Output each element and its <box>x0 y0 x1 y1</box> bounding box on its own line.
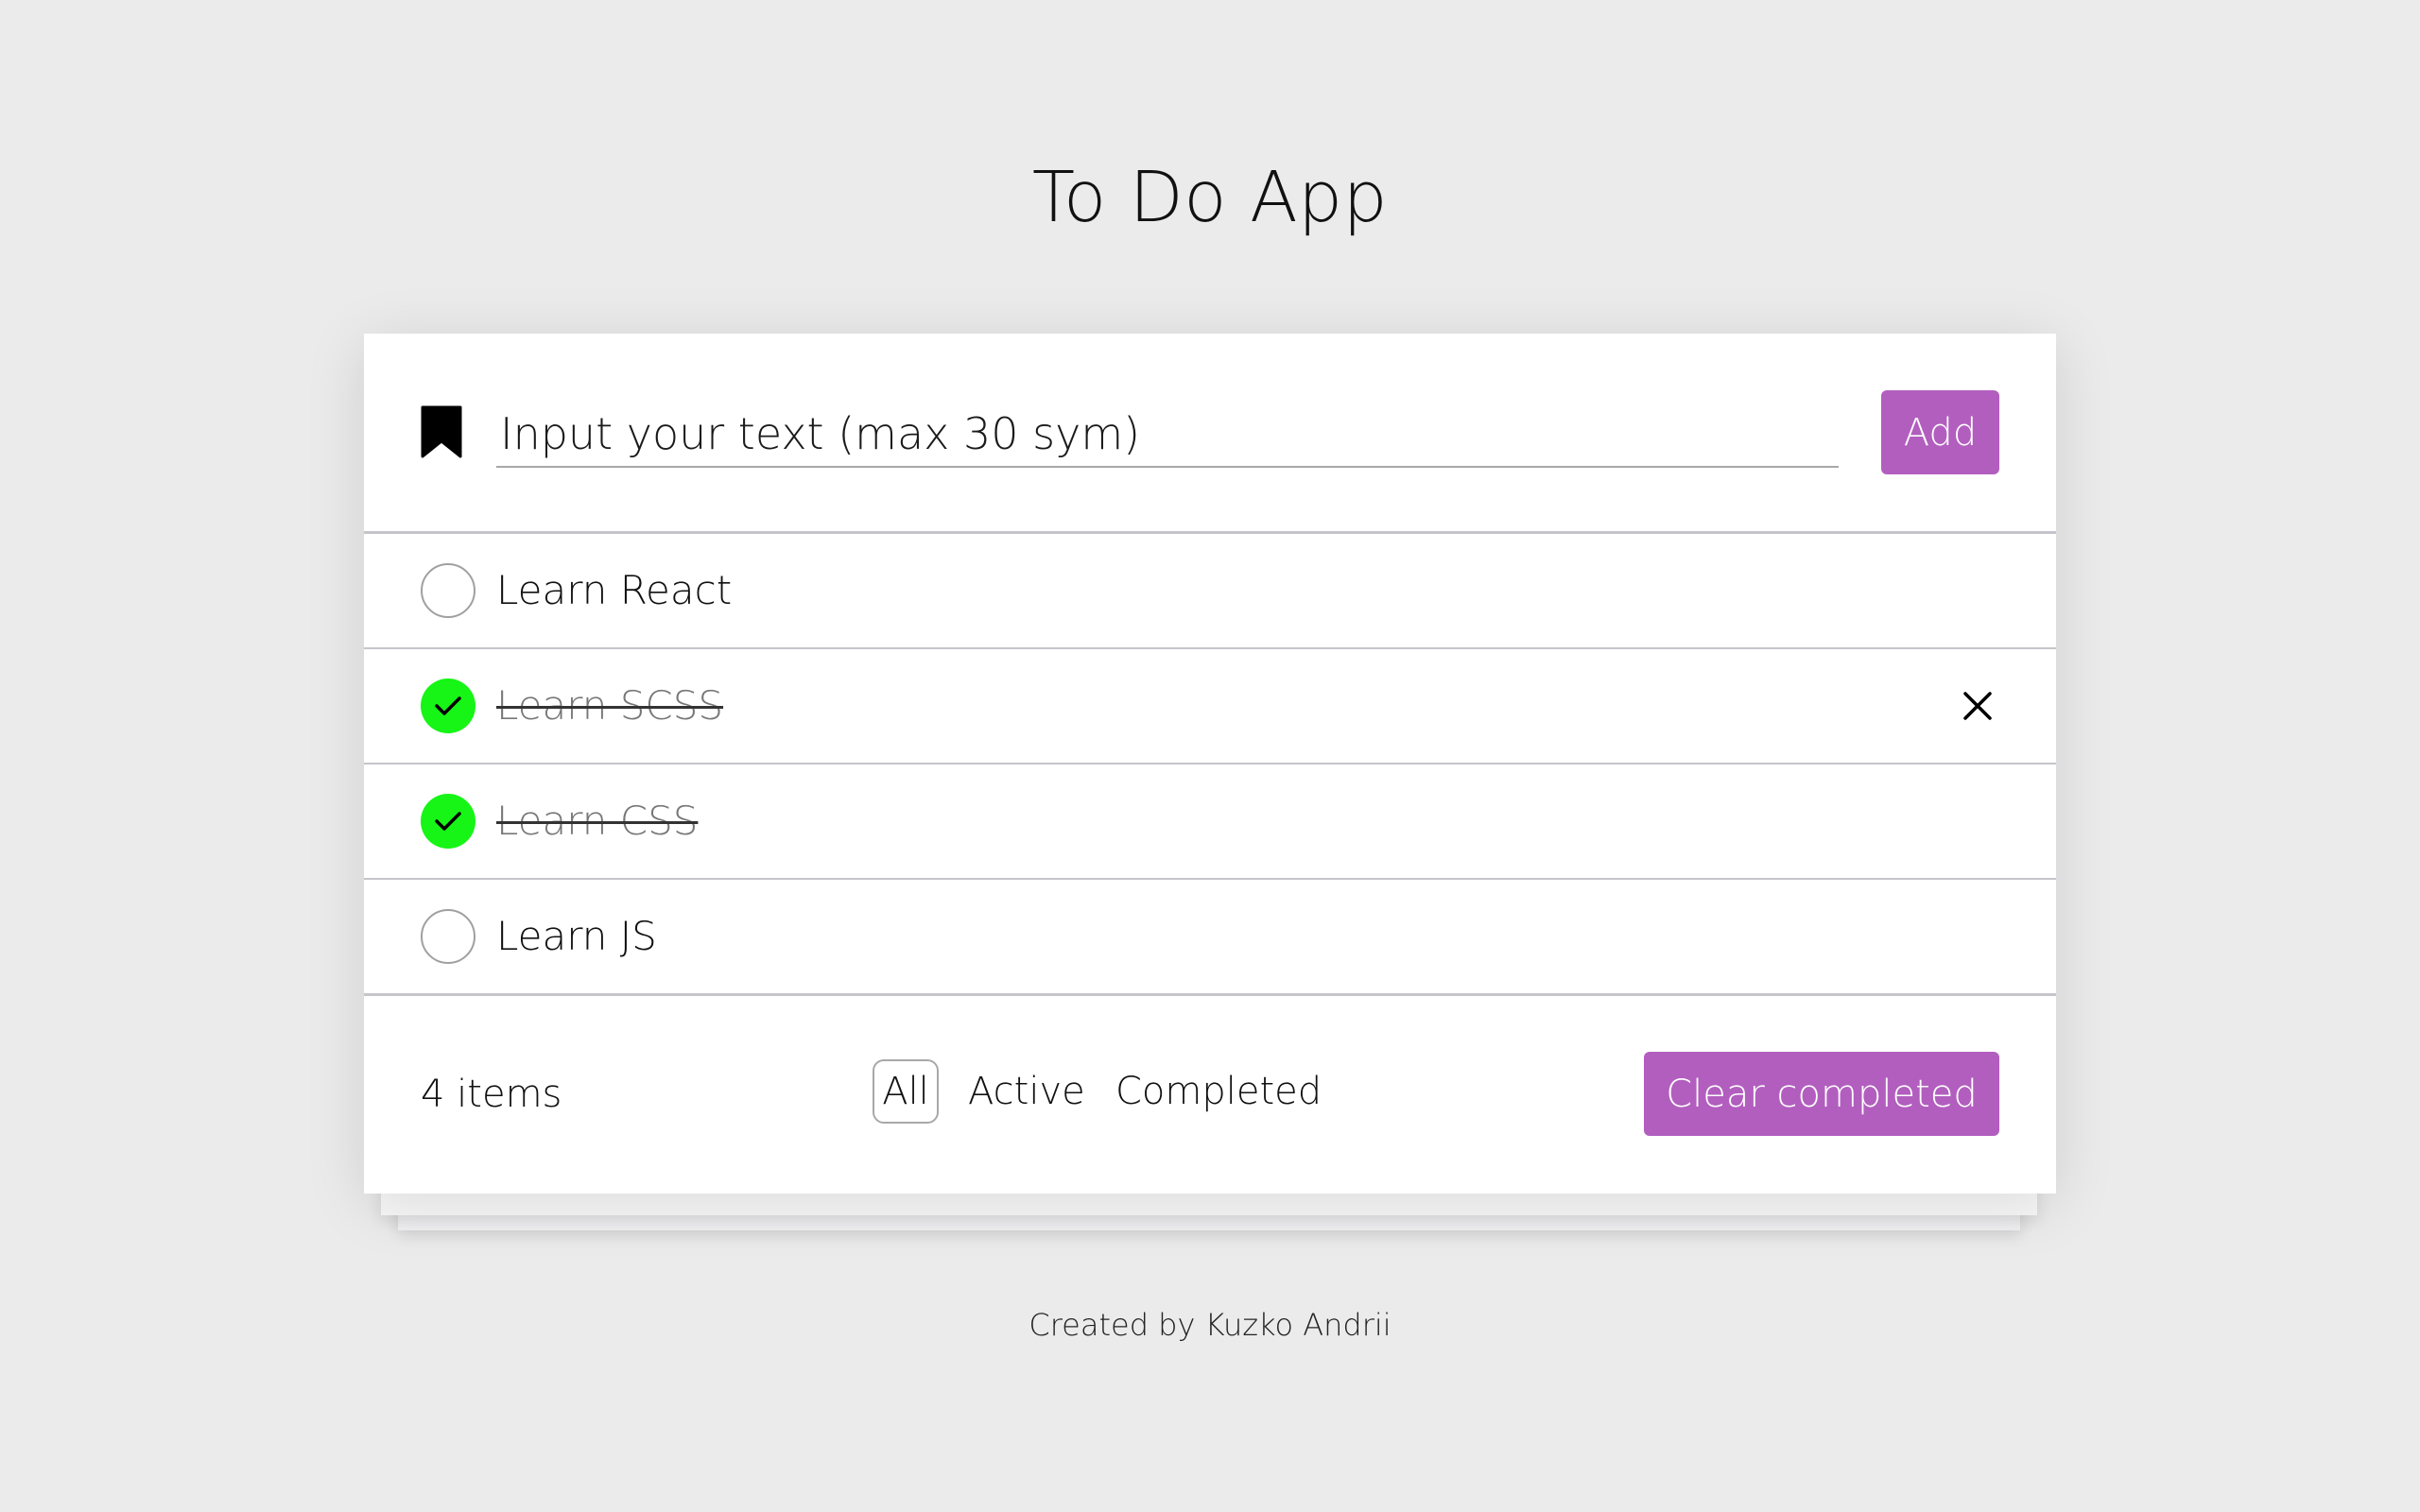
todo-checkbox[interactable] <box>421 563 475 618</box>
todo-checkbox[interactable] <box>421 909 475 964</box>
clear-completed-button[interactable]: Clear completed <box>1644 1052 1999 1136</box>
todo-item: Learn React <box>364 534 2056 649</box>
add-button[interactable]: Add <box>1881 390 1999 474</box>
todo-item: Learn CSS <box>364 765 2056 880</box>
todo-item-label[interactable]: Learn JS <box>496 908 657 965</box>
credit-text: Created by Kuzko Andrii <box>1028 1307 1392 1343</box>
todo-checkbox-checked[interactable] <box>421 679 475 733</box>
todo-item: Learn SCSS <box>364 649 2056 765</box>
items-count: 4 items <box>421 1073 562 1116</box>
todo-text-input[interactable] <box>496 402 1839 468</box>
filter-completed-button[interactable]: Completed <box>1108 1059 1329 1124</box>
bookmark-icon <box>421 405 462 458</box>
checkmark-icon <box>435 812 461 831</box>
todo-item: Learn JS <box>364 880 2056 996</box>
filter-all-button[interactable]: All <box>873 1059 939 1124</box>
todo-item-label[interactable]: Learn CSS <box>496 793 698 850</box>
filter-active-button[interactable]: Active <box>960 1059 1093 1124</box>
todo-footer: 4 items All Active Completed Clear compl… <box>364 995 2056 1194</box>
todo-item-label[interactable]: Learn React <box>496 562 732 619</box>
checkmark-icon <box>435 696 461 715</box>
app-title: To Do App <box>1031 157 1389 238</box>
todo-list: Learn React Learn SCSS Learn CSS Learn J… <box>364 534 2056 996</box>
close-icon[interactable] <box>1960 688 1996 724</box>
todo-input-row: Add <box>364 334 2056 534</box>
todo-item-label[interactable]: Learn SCSS <box>496 678 723 734</box>
todo-checkbox-checked[interactable] <box>421 794 475 849</box>
todo-card: Add Learn React Learn SCSS Lear <box>364 334 2056 1194</box>
